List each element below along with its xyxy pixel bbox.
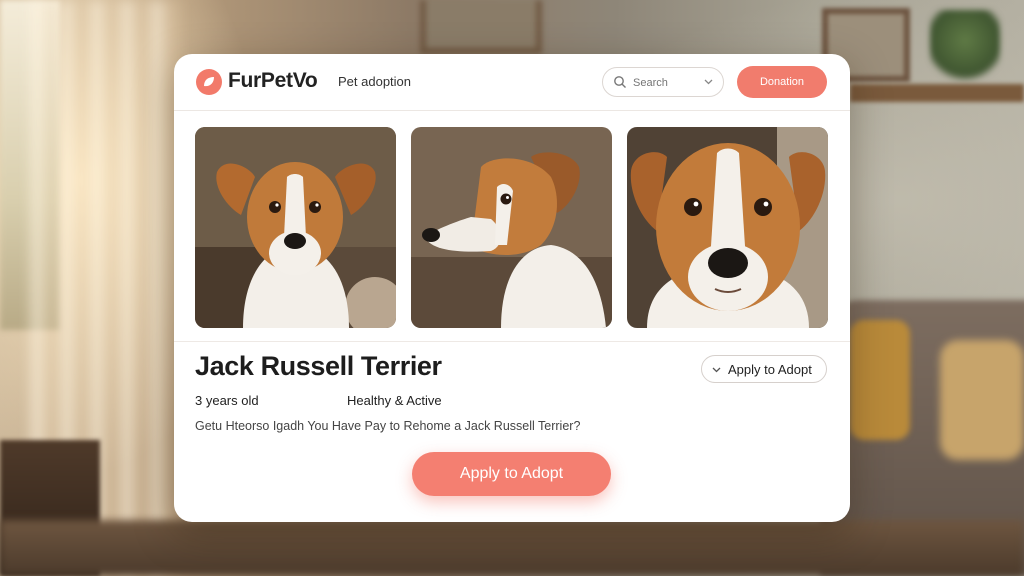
nav-pet-adoption[interactable]: Pet adoption — [338, 74, 411, 89]
app-header: FurPetVo Pet adoption Donation — [174, 54, 850, 111]
apply-to-adopt-primary-button[interactable]: Apply to Adopt — [412, 452, 611, 496]
search-input[interactable] — [631, 73, 701, 93]
pet-health: Healthy & Active — [347, 393, 442, 408]
search-icon — [614, 76, 626, 88]
brand-name[interactable]: FurPetVo — [228, 69, 318, 93]
search-box[interactable] — [602, 67, 724, 97]
rehome-question: Getu Hteorso Igadh You Have Pay to Rehom… — [195, 419, 581, 433]
pet-name-title: Jack Russell Terrier — [195, 351, 442, 381]
dog-photo-closeup[interactable] — [627, 127, 828, 328]
donation-button[interactable]: Donation — [737, 66, 827, 98]
chevron-down-icon — [712, 367, 721, 373]
paw-logo-icon — [196, 69, 222, 95]
apply-secondary-label: Apply to Adopt — [728, 361, 812, 377]
dog-photo-side[interactable] — [411, 127, 612, 328]
chevron-down-icon — [704, 79, 713, 85]
section-divider — [174, 341, 850, 342]
pet-adoption-card: FurPetVo Pet adoption Donation — [174, 54, 850, 522]
apply-to-adopt-secondary-button[interactable]: Apply to Adopt — [701, 355, 827, 383]
pet-age: 3 years old — [195, 393, 259, 408]
dog-photo-front[interactable] — [195, 127, 396, 328]
